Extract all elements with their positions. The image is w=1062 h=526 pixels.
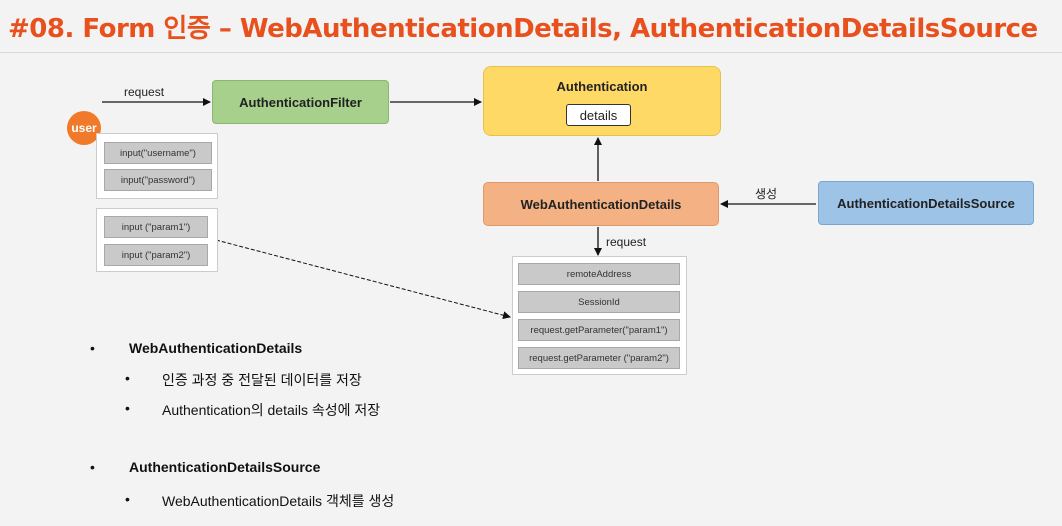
input-password: input("password") [104,169,212,191]
request-label-2: request [606,235,647,249]
bullet-dot: • [90,459,95,475]
request-label: request [124,85,165,99]
create-label: 생성 [755,187,778,201]
details-field: details [566,104,631,126]
bullet-heading-web-authentication-details: WebAuthenticationDetails [129,340,303,356]
bullet-heading-authentication-details-source: AuthenticationDetailsSource [129,459,321,475]
bullet-item: 인증 과정 중 전달된 데이터를 저장 [162,372,362,388]
request-session-id: SessionId [518,291,680,313]
web-authentication-details-box: WebAuthenticationDetails [483,182,719,226]
input-param1: input ("param1") [104,216,208,238]
request-remote-address: remoteAddress [518,263,680,285]
authentication-details-source-box: AuthenticationDetailsSource [818,181,1034,225]
input-param2: input ("param2") [104,244,208,266]
bullet-item: Authentication의 details 속성에 저장 [162,402,381,418]
bullet-dot: • [125,491,130,507]
bullet-dot: • [125,400,130,416]
bullet-dot: • [125,370,130,386]
bullet-dot: • [90,340,95,356]
bullet-item: WebAuthenticationDetails 객체를 생성 [162,493,395,509]
request-get-param2: request.getParameter ("param2") [518,347,680,369]
authentication-filter-box: AuthenticationFilter [212,80,389,124]
request-get-param1: request.getParameter("param1") [518,319,680,341]
input-username: input("username") [104,142,212,164]
arrow-params-to-request-dashed [215,239,511,320]
